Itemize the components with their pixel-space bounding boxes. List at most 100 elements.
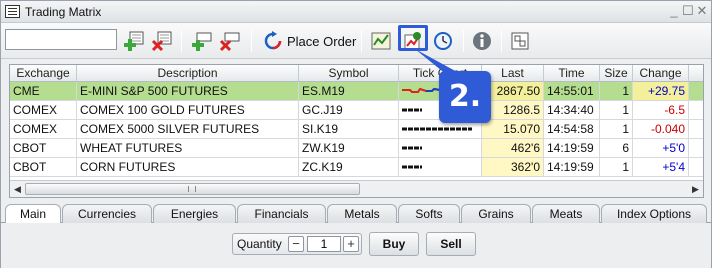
scrollbar-thumb[interactable] [25, 183, 360, 195]
tick-chart-sparkline [402, 165, 422, 169]
cell-exchange: CBOT [10, 139, 77, 157]
tab-index-options[interactable]: Index Options [601, 204, 707, 223]
cell-last: 362'0 [482, 158, 544, 176]
table-row[interactable]: CBOT WHEAT FUTURES ZW.K19 462'6 14:19:59… [10, 139, 703, 158]
toolbar-separator [361, 30, 362, 52]
remove-row-icon [219, 32, 240, 52]
column-header-last[interactable]: Last [482, 65, 544, 82]
tab-softs[interactable]: Softs [398, 204, 460, 223]
cell-last: 15.070 [482, 120, 544, 138]
toolbar-separator [463, 30, 464, 52]
cell-last: 2867.50 [482, 82, 544, 100]
column-header-change[interactable]: Change [633, 65, 689, 82]
scroll-right-arrow-icon[interactable]: ▶ [688, 182, 703, 196]
remove-symbol-button[interactable] [149, 28, 175, 54]
cell-last: 1286.5 [482, 101, 544, 119]
symbol-input[interactable] [5, 29, 117, 50]
column-header-size[interactable]: Size [600, 65, 633, 82]
scroll-left-arrow-icon[interactable]: ◀ [10, 182, 25, 196]
table-row[interactable]: COMEX COMEX 5000 SILVER FUTURES SI.K19 1… [10, 120, 703, 139]
title-bar: Trading Matrix _ ☐ ✕ [1, 1, 711, 23]
tab-energies[interactable]: Energies [153, 204, 236, 223]
cell-exchange: COMEX [10, 120, 77, 138]
quantity-label: Quantity [237, 237, 282, 251]
cell-symbol: ZC.K19 [299, 158, 399, 176]
remove-red-icon [151, 31, 172, 52]
window-title: Trading Matrix [25, 5, 102, 19]
cell-exchange: CBOT [10, 158, 77, 176]
tab-currencies[interactable]: Currencies [62, 204, 152, 223]
window-app-icon [5, 5, 20, 18]
cell-time: 14:19:59 [544, 139, 600, 157]
maximize-button[interactable]: ☐ [681, 4, 695, 18]
cell-tick-chart [399, 158, 482, 176]
cell-size: 1 [600, 158, 633, 176]
column-header-description[interactable]: Description [77, 65, 299, 82]
add-row-button[interactable] [189, 28, 215, 54]
cell-time: 14:55:01 [544, 82, 600, 100]
column-header-time[interactable]: Time [544, 65, 600, 82]
cell-symbol: GC.J19 [299, 101, 399, 119]
cell-size: 1 [600, 82, 633, 100]
horizontal-scrollbar[interactable]: ◀ ▶ [10, 180, 703, 197]
info-icon [473, 32, 491, 50]
grid-header: Exchange Description Symbol Tick Chart L… [10, 65, 703, 82]
export-icon [511, 32, 529, 50]
tab-main[interactable]: Main [5, 204, 61, 224]
cell-symbol: SI.K19 [299, 120, 399, 138]
tab-grains[interactable]: Grains [461, 204, 531, 223]
tab-financials[interactable]: Financials [237, 204, 326, 223]
quantity-stepper: Quantity − + [232, 233, 362, 255]
add-symbol-button[interactable] [121, 28, 147, 54]
cell-change: +5'4 [633, 158, 689, 176]
cell-description: E-MINI S&P 500 FUTURES [77, 82, 299, 100]
close-button[interactable]: ✕ [695, 4, 709, 18]
export-button[interactable] [507, 28, 533, 54]
remove-row-button[interactable] [217, 28, 243, 54]
order-bar: Quantity − + Buy Sell [1, 223, 711, 268]
cell-change: -0.040 [633, 120, 689, 138]
minimize-button[interactable]: _ [667, 4, 681, 18]
cell-symbol: ZW.K19 [299, 139, 399, 157]
cell-description: COMEX 5000 SILVER FUTURES [77, 120, 299, 138]
cell-change: -6.5 [633, 101, 689, 119]
clock-chart-button[interactable] [430, 28, 456, 54]
info-button[interactable] [469, 28, 495, 54]
cell-description: COMEX 100 GOLD FUTURES [77, 101, 299, 119]
place-order-button[interactable]: Place Order [263, 28, 356, 54]
tab-metals[interactable]: Metals [327, 204, 397, 223]
quotes-grid: Exchange Description Symbol Tick Chart L… [9, 64, 704, 198]
cell-description: WHEAT FUTURES [77, 139, 299, 157]
trading-matrix-window: Trading Matrix _ ☐ ✕ Place Order Exchang… [0, 0, 712, 268]
toolbar-separator [251, 30, 252, 52]
cell-size: 1 [600, 101, 633, 119]
toolbar-separator [501, 30, 502, 52]
tab-bar: Main Currencies Energies Financials Meta… [1, 204, 711, 224]
tab-meats[interactable]: Meats [532, 204, 600, 223]
tick-chart-highlight [398, 25, 428, 51]
buy-button[interactable]: Buy [369, 232, 419, 256]
cell-description: CORN FUTURES [77, 158, 299, 176]
cell-time: 14:19:59 [544, 158, 600, 176]
tick-chart-sparkline [402, 146, 422, 150]
quantity-plus-button[interactable]: + [343, 236, 359, 252]
quantity-minus-button[interactable]: − [288, 236, 304, 252]
column-header-symbol[interactable]: Symbol [299, 65, 399, 82]
sell-button[interactable]: Sell [426, 232, 476, 256]
cell-exchange: CME [10, 82, 77, 100]
step-callout: 2. [439, 71, 491, 123]
chart-button[interactable] [368, 28, 394, 54]
cell-change: +29.75 [633, 82, 689, 100]
quantity-input[interactable] [307, 236, 341, 252]
toolbar-separator [181, 30, 182, 52]
table-row[interactable]: CBOT CORN FUTURES ZC.K19 362'0 14:19:59 … [10, 158, 703, 177]
table-row[interactable]: CME E-MINI S&P 500 FUTURES ES.M19 2867.5… [10, 82, 703, 101]
cell-size: 1 [600, 120, 633, 138]
table-row[interactable]: COMEX COMEX 100 GOLD FUTURES GC.J19 1286… [10, 101, 703, 120]
tick-chart-sparkline [402, 127, 472, 131]
cell-time: 14:54:58 [544, 120, 600, 138]
place-order-icon [264, 31, 282, 50]
column-header-exchange[interactable]: Exchange [10, 65, 77, 82]
cell-tick-chart [399, 139, 482, 157]
add-row-icon [192, 32, 212, 51]
